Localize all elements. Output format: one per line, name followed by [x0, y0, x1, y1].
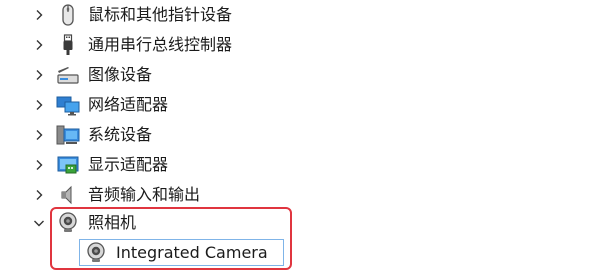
tree-item-label: 音频输入和输出 [88, 185, 201, 204]
display-adapter-icon [56, 153, 80, 177]
tree-item-label: 照相机 [88, 213, 137, 232]
chevron-right-icon[interactable] [33, 39, 45, 51]
scanner-icon [56, 63, 80, 87]
chevron-down-icon[interactable] [33, 217, 45, 229]
camera-icon [56, 211, 80, 235]
tree-item-label: 通用串行总线控制器 [88, 35, 233, 54]
chevron-right-icon[interactable] [33, 9, 45, 21]
chevron-right-icon[interactable] [33, 129, 45, 141]
chevron-right-icon[interactable] [33, 159, 45, 171]
mouse-icon [56, 3, 80, 27]
speaker-icon [56, 183, 80, 207]
tree-item-label: 网络适配器 [88, 95, 169, 114]
usb-icon [56, 33, 80, 57]
tree-item-integrated-camera[interactable]: Integrated Camera [0, 238, 600, 268]
tree-item-display-adapters[interactable]: 显示适配器 [0, 150, 600, 180]
tree-item-label: 图像设备 [88, 65, 153, 84]
tree-item-label: 显示适配器 [88, 155, 169, 174]
tree-item-network-adapters[interactable]: 网络适配器 [0, 90, 600, 120]
system-device-icon [56, 123, 80, 147]
tree-item-system-devices[interactable]: 系统设备 [0, 120, 600, 150]
tree-item-label: 鼠标和其他指针设备 [88, 5, 233, 24]
webcam-icon [84, 241, 108, 265]
chevron-right-icon[interactable] [33, 99, 45, 111]
device-manager-tree: 鼠标和其他指针设备 通用串行总线控制器 图像设备 网络适配器 系统设备 显示适配… [0, 0, 600, 273]
tree-item-label: 系统设备 [88, 125, 153, 144]
tree-item-imaging-devices[interactable]: 图像设备 [0, 60, 600, 90]
tree-item-mice[interactable]: 鼠标和其他指针设备 [0, 0, 600, 30]
chevron-right-icon[interactable] [33, 69, 45, 81]
tree-item-label: Integrated Camera [116, 243, 268, 262]
network-adapter-icon [56, 93, 80, 117]
tree-item-usb-controllers[interactable]: 通用串行总线控制器 [0, 30, 600, 60]
tree-item-audio-io[interactable]: 音频输入和输出 [0, 180, 600, 210]
tree-item-cameras[interactable]: 照相机 [0, 208, 600, 238]
chevron-right-icon[interactable] [33, 189, 45, 201]
